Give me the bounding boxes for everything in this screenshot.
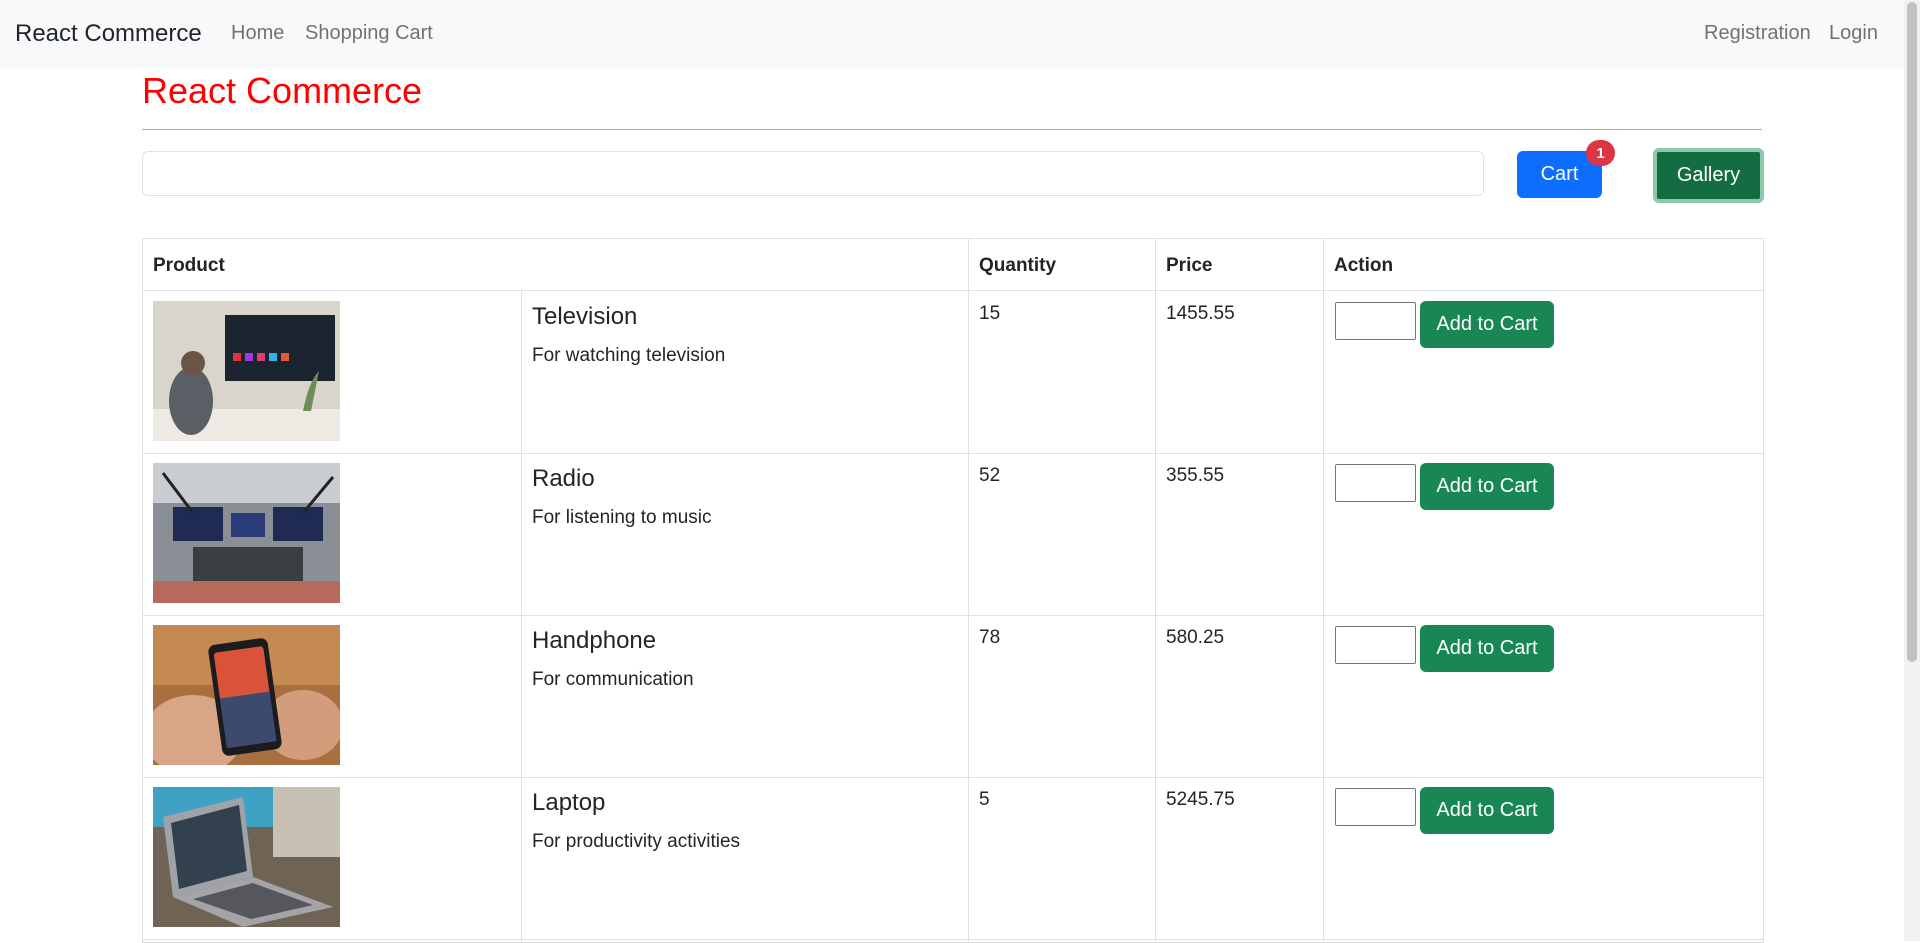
product-quantity: 5 xyxy=(979,789,990,810)
quantity-input[interactable] xyxy=(1335,302,1416,340)
handphone-photo xyxy=(153,625,340,765)
quantity-input[interactable] xyxy=(1335,626,1416,664)
quantity-input[interactable] xyxy=(1335,464,1416,502)
header-action: Action xyxy=(1334,255,1394,276)
table-header-row: Product Quantity Price Action xyxy=(143,239,1763,291)
product-name: Radio xyxy=(532,465,595,492)
nav-link-home[interactable]: Home xyxy=(231,22,284,45)
add-to-cart-button[interactable]: Add to Cart xyxy=(1420,463,1554,510)
product-quantity: 52 xyxy=(979,465,1001,486)
table-row: Laptop For productivity activities 5 524… xyxy=(143,777,1763,940)
header-product: Product xyxy=(153,255,225,276)
products-table: Product Quantity Price Action Television… xyxy=(142,238,1764,943)
product-price: 355.55 xyxy=(1166,465,1225,486)
product-description: For watching television xyxy=(532,345,726,366)
scrollbar-thumb[interactable] xyxy=(1907,2,1917,662)
table-row: Radio For listening to music 52 355.55 A… xyxy=(143,453,1763,616)
navbar-brand[interactable]: React Commerce xyxy=(15,20,202,48)
divider xyxy=(142,129,1762,130)
add-to-cart-button[interactable]: Add to Cart xyxy=(1420,625,1554,672)
gallery-button[interactable]: Gallery xyxy=(1653,148,1764,203)
page-scrollbar[interactable] xyxy=(1904,0,1920,941)
table-row: Television For watching television 15 14… xyxy=(143,291,1763,454)
radio-studio-photo xyxy=(153,463,340,603)
nav-link-login[interactable]: Login xyxy=(1829,22,1878,45)
product-name: Television xyxy=(532,303,638,330)
television-photo xyxy=(153,301,340,441)
product-quantity: 15 xyxy=(979,303,1001,324)
add-to-cart-button[interactable]: Add to Cart xyxy=(1420,301,1554,348)
navbar: React Commerce Home Shopping Cart Regist… xyxy=(0,0,1904,68)
product-price: 5245.75 xyxy=(1166,789,1235,810)
add-to-cart-button[interactable]: Add to Cart xyxy=(1420,787,1554,834)
quantity-input[interactable] xyxy=(1335,788,1416,826)
product-description: For productivity activities xyxy=(532,831,741,852)
product-price: 1455.55 xyxy=(1166,303,1235,324)
product-name: Laptop xyxy=(532,789,606,816)
product-name: Handphone xyxy=(532,627,657,654)
product-description: For listening to music xyxy=(532,507,712,528)
header-price: Price xyxy=(1166,255,1213,276)
search-input[interactable] xyxy=(142,151,1484,196)
header-quantity: Quantity xyxy=(979,255,1057,276)
page-title: React Commerce xyxy=(142,70,423,111)
laptop-photo xyxy=(153,787,340,927)
product-quantity: 78 xyxy=(979,627,1001,648)
product-description: For communication xyxy=(532,669,694,690)
table-row: Handphone For communication 78 580.25 Ad… xyxy=(143,615,1763,778)
cart-count-badge: 1 xyxy=(1586,140,1615,166)
nav-link-registration[interactable]: Registration xyxy=(1704,22,1811,45)
product-price: 580.25 xyxy=(1166,627,1225,648)
nav-link-shopping-cart[interactable]: Shopping Cart xyxy=(305,22,433,45)
